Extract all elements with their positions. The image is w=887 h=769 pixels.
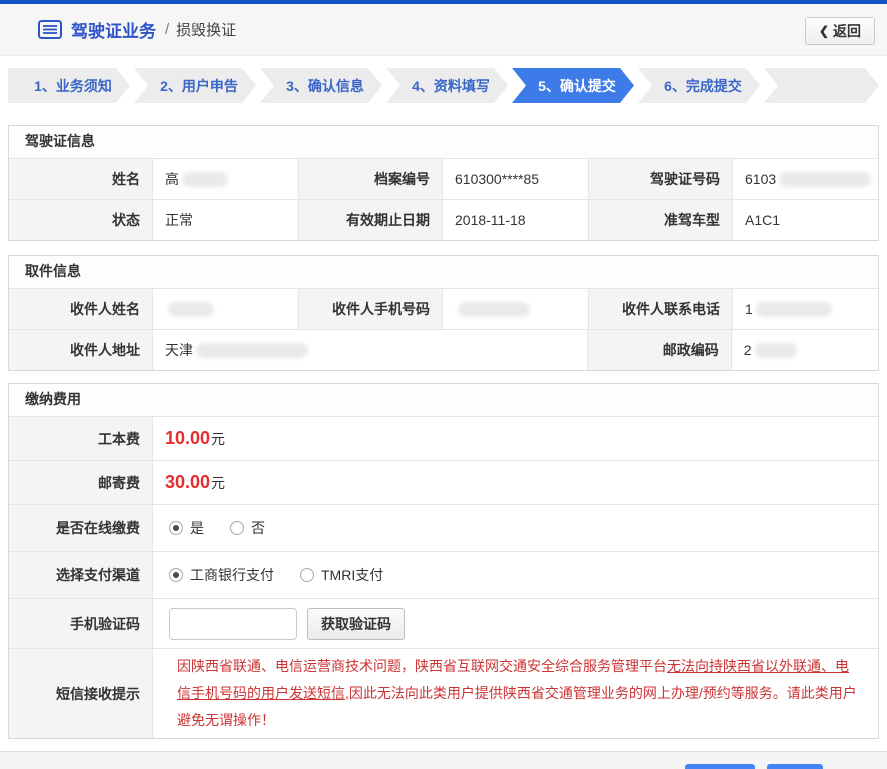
field-value-name: 高 xyxy=(153,159,299,199)
field-value-recipient-name xyxy=(153,289,299,329)
field-value-license-number: 6103 xyxy=(733,159,878,199)
step-item-2[interactable]: 2、用户申告 xyxy=(134,68,256,103)
field-label-expiry-date: 有效期止日期 xyxy=(299,200,443,240)
finish-button[interactable]: 完成 xyxy=(767,764,823,769)
section-pickup-info: 取件信息 收件人姓名 收件人手机号码 收件人联系电话 1 收件人地址 天津 邮政… xyxy=(8,255,879,371)
back-chevron-icon: ❮ xyxy=(818,24,829,38)
field-label-file-number: 档案编号 xyxy=(299,159,443,199)
radio-label: 工商银行支付 xyxy=(190,567,274,583)
breadcrumb-subtitle: 损毁换证 xyxy=(176,22,237,39)
field-value-recipient-mobile xyxy=(443,289,589,329)
field-value-file-number: 610300****85 xyxy=(443,159,589,199)
field-value-status: 正常 xyxy=(153,200,299,240)
sms-notice-row: 短信接收提示 因陕西省联通、电信运营商技术问题，陕西省互联网交通安全综合服务管理… xyxy=(9,648,878,738)
field-value-expiry-date: 2018-11-18 xyxy=(443,200,589,240)
redacted-value xyxy=(754,342,797,358)
step-label: 4、资料填写 xyxy=(412,77,490,94)
section-title: 取件信息 xyxy=(9,256,878,288)
step-item-6[interactable]: 6、完成提交 xyxy=(638,68,760,103)
footer-action-bar: 上一步 完成 xyxy=(0,751,887,769)
step-label: 2、用户申告 xyxy=(160,77,238,94)
field-label-postage-fee: 邮寄费 xyxy=(9,461,153,504)
step-label: 6、完成提交 xyxy=(664,77,742,94)
previous-step-button[interactable]: 上一步 xyxy=(685,764,755,769)
field-label-recipient-address: 收件人地址 xyxy=(9,330,153,370)
fee-unit: 元 xyxy=(211,430,226,447)
step-label: 5、确认提交 xyxy=(538,77,616,94)
section-license-info: 驾驶证信息 姓名 高 档案编号 610300****85 驾驶证号码 6103 … xyxy=(8,125,879,241)
step-item-5[interactable]: 5、确认提交 xyxy=(512,68,634,103)
sms-code-input[interactable] xyxy=(169,607,297,640)
field-value-vehicle-class: A1C1 xyxy=(733,200,878,240)
radio-label: 是 xyxy=(190,520,204,536)
field-value-recipient-address: 天津 xyxy=(153,330,588,370)
online-payment-options: 是 否 xyxy=(153,505,878,551)
sms-notice-text: 因陕西省联通、电信运营商技术问题，陕西省互联网交通安全综合服务管理平台无法向持陕… xyxy=(153,649,878,738)
radio-online-payment-no[interactable] xyxy=(230,521,244,535)
field-value-postage-fee: 30.00 元 xyxy=(153,461,878,504)
step-item-1[interactable]: 1、业务须知 xyxy=(8,68,130,103)
table-row: 状态 正常 有效期止日期 2018-11-18 准驾车型 A1C1 xyxy=(9,199,878,240)
field-label-license-number: 驾驶证号码 xyxy=(589,159,733,199)
field-value-postal-code: 2 xyxy=(731,330,878,370)
step-item-3[interactable]: 3、确认信息 xyxy=(260,68,382,103)
redacted-value xyxy=(755,301,832,317)
production-fee-row: 工本费 10.00 元 xyxy=(9,416,878,460)
field-label-sms-code: 手机验证码 xyxy=(9,599,153,648)
app-header: 驾驶证业务 / 损毁换证 ❮ 返回 xyxy=(0,4,887,56)
field-label-status: 状态 xyxy=(9,200,153,240)
step-label: 1、业务须知 xyxy=(34,77,112,94)
redacted-value xyxy=(779,171,872,187)
online-payment-row: 是否在线缴费 是 否 xyxy=(9,504,878,551)
step-label: 3、确认信息 xyxy=(286,77,364,94)
field-value-production-fee: 10.00 元 xyxy=(153,417,878,460)
step-item-4[interactable]: 4、资料填写 xyxy=(386,68,508,103)
field-label-name: 姓名 xyxy=(9,159,153,199)
sms-code-controls: 获取验证码 xyxy=(153,599,878,648)
field-label-vehicle-class: 准驾车型 xyxy=(589,200,733,240)
postage-fee-row: 邮寄费 30.00 元 xyxy=(9,460,878,504)
notice-paragraph: 因陕西省联通、电信运营商技术问题，陕西省互联网交通安全综合服务管理平台无法向持陕… xyxy=(177,658,857,728)
radio-label: TMRI支付 xyxy=(321,567,384,583)
steps-bar-tail xyxy=(764,68,879,103)
field-label-production-fee: 工本费 xyxy=(9,417,153,460)
redacted-value xyxy=(182,171,228,187)
table-row: 姓名 高 档案编号 610300****85 驾驶证号码 6103 xyxy=(9,158,878,199)
redacted-value xyxy=(168,301,214,317)
payment-channel-row: 选择支付渠道 工商银行支付 TMRI支付 xyxy=(9,551,878,598)
section-title: 驾驶证信息 xyxy=(9,126,878,158)
steps-bar: 1、业务须知 2、用户申告 3、确认信息 4、资料填写 5、确认提交 6、完成提… xyxy=(8,68,879,103)
fee-amount: 30.00 xyxy=(165,472,211,492)
redacted-value xyxy=(196,342,308,358)
sms-code-row: 手机验证码 获取验证码 xyxy=(9,598,878,648)
license-business-icon xyxy=(38,20,62,39)
field-label-recipient-phone: 收件人联系电话 xyxy=(589,289,733,329)
fee-amount: 10.00 xyxy=(165,428,211,448)
payment-channel-options: 工商银行支付 TMRI支付 xyxy=(153,552,878,598)
page-title: 驾驶证业务 xyxy=(71,22,156,41)
field-label-online-payment: 是否在线缴费 xyxy=(9,505,153,551)
radio-channel-tmri[interactable] xyxy=(300,568,314,582)
field-value-recipient-phone: 1 xyxy=(733,289,878,329)
radio-label: 否 xyxy=(251,520,265,536)
radio-channel-icbc[interactable] xyxy=(169,568,183,582)
field-label-sms-notice: 短信接收提示 xyxy=(9,649,153,738)
table-row: 收件人姓名 收件人手机号码 收件人联系电话 1 xyxy=(9,288,878,329)
field-label-recipient-mobile: 收件人手机号码 xyxy=(299,289,443,329)
table-row: 收件人地址 天津 邮政编码 2 xyxy=(9,329,878,370)
fee-unit: 元 xyxy=(211,474,226,491)
field-label-postal-code: 邮政编码 xyxy=(587,330,732,370)
field-label-payment-channel: 选择支付渠道 xyxy=(9,552,153,598)
section-title: 缴纳费用 xyxy=(9,384,878,416)
radio-online-payment-yes[interactable] xyxy=(169,521,183,535)
back-button-label: 返回 xyxy=(833,23,861,39)
redacted-value xyxy=(458,301,530,317)
back-button[interactable]: ❮ 返回 xyxy=(804,17,875,45)
breadcrumb-separator: / xyxy=(165,21,170,38)
field-label-recipient-name: 收件人姓名 xyxy=(9,289,153,329)
get-sms-code-button[interactable]: 获取验证码 xyxy=(307,607,405,640)
section-payment-fees: 缴纳费用 工本费 10.00 元 邮寄费 30.00 元 是否在线缴费 是 否 … xyxy=(8,383,879,739)
